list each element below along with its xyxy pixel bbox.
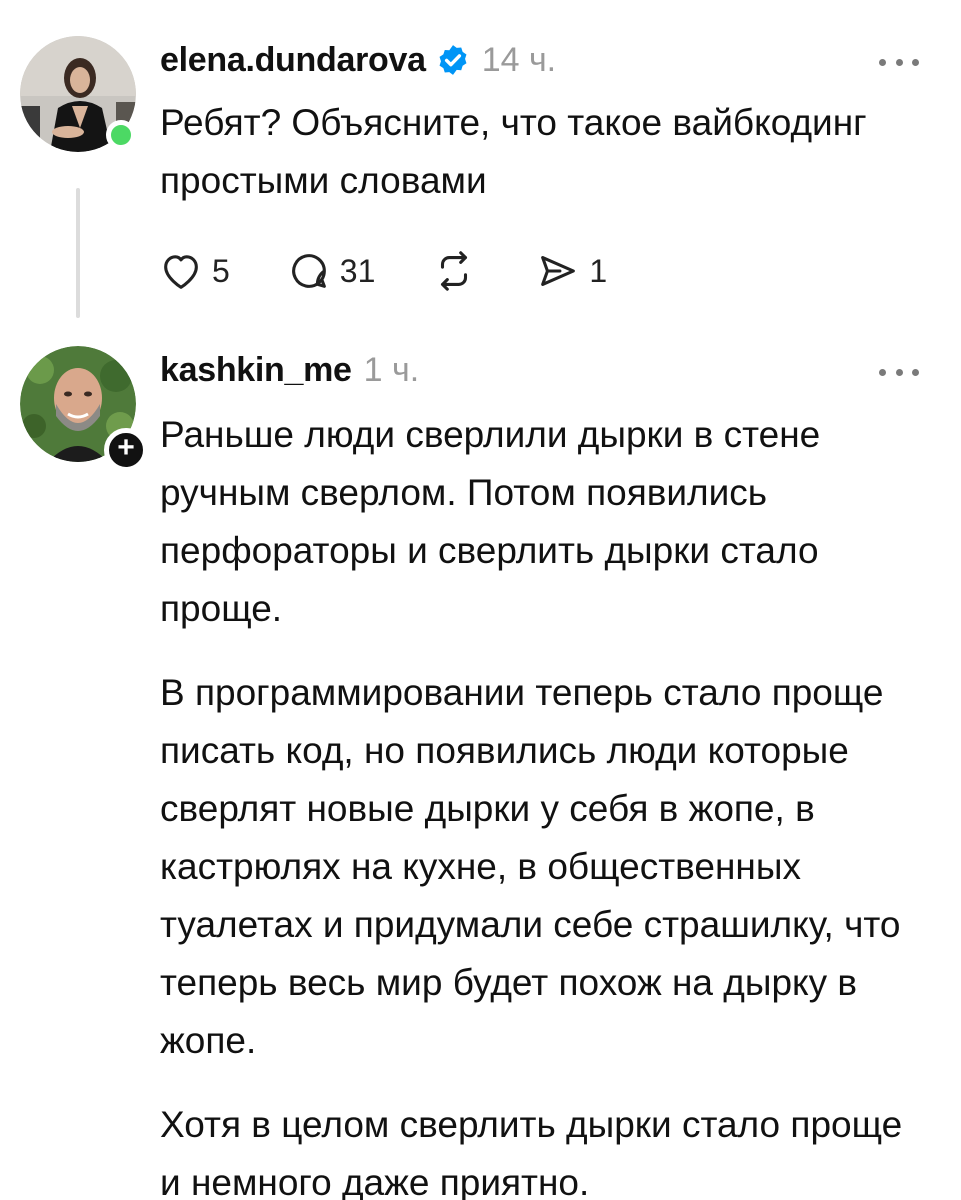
comment-button[interactable]: 31 xyxy=(286,248,376,294)
post-text: Раньше люди сверлили дырки в стене ручны… xyxy=(160,406,930,1200)
post-header: kashkin_me 1 ч. xyxy=(160,346,419,394)
comment-icon xyxy=(291,254,326,288)
verified-badge-icon xyxy=(439,45,467,75)
post-kashkin: + kashkin_me 1 ч. Раньше люди сверлили д… xyxy=(0,340,961,1200)
share-icon xyxy=(541,256,576,286)
repost-button[interactable] xyxy=(431,248,477,294)
post-paragraph: Ребят? Объясните, что такое вайбкодинг п… xyxy=(160,102,867,201)
share-count: 1 xyxy=(589,252,608,289)
repost-icon xyxy=(441,251,468,291)
more-options-icon[interactable] xyxy=(879,52,919,72)
like-count: 5 xyxy=(212,252,230,289)
comment-count: 31 xyxy=(339,252,376,289)
post-paragraph: В программировании теперь стало проще пи… xyxy=(160,672,901,1061)
heart-icon xyxy=(164,255,198,289)
username[interactable]: kashkin_me xyxy=(160,351,352,390)
avatar-elena[interactable] xyxy=(20,36,136,152)
post-paragraph: Раньше люди сверлили дырки в стене ручны… xyxy=(160,414,821,629)
post-text: Ребят? Объясните, что такое вайбкодинг п… xyxy=(160,94,930,236)
username[interactable]: elena.dundarova xyxy=(160,41,426,80)
thread-connector-line xyxy=(76,188,80,318)
post-paragraph: Хотя в целом сверлить дырки стало проще … xyxy=(160,1104,903,1200)
timestamp: 14 ч. xyxy=(481,40,557,79)
post-actions: 5 31 1 xyxy=(158,246,663,296)
share-button[interactable]: 1 xyxy=(535,248,607,294)
thread-view: elena.dundarova 14 ч. Ребят? Объясните, … xyxy=(0,0,961,1200)
avatar-kashkin[interactable]: + xyxy=(20,346,148,472)
timestamp: 1 ч. xyxy=(363,350,420,389)
post-elena: elena.dundarova 14 ч. Ребят? Объясните, … xyxy=(0,0,961,340)
follow-button[interactable]: + xyxy=(104,428,148,472)
like-button[interactable]: 5 xyxy=(158,248,230,294)
post-header: elena.dundarova 14 ч. xyxy=(160,36,556,84)
more-options-icon[interactable] xyxy=(879,362,919,382)
online-status-indicator xyxy=(106,120,136,150)
